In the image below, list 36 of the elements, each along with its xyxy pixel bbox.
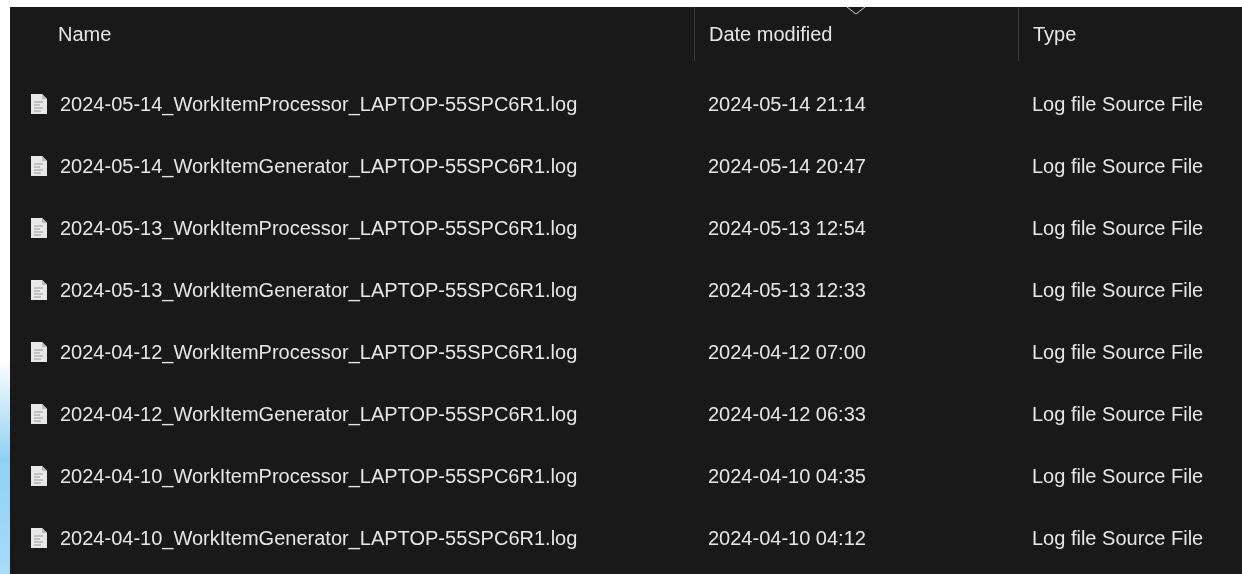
file-type: Log file Source File xyxy=(1032,93,1204,115)
column-header[interactable]: Name xyxy=(58,19,112,49)
document-icon xyxy=(30,279,48,301)
document-icon xyxy=(30,341,48,363)
date-modified: 2024-05-14 20:47 xyxy=(708,155,866,177)
file-type: Log file Source File xyxy=(1032,279,1204,301)
file-type: Log file Source File xyxy=(1032,341,1204,363)
document-icon xyxy=(30,403,48,425)
file-name[interactable]: 2024-04-10_WorkItemGenerator_LAPTOP-55SPC6R1.log xyxy=(60,523,578,553)
file-name[interactable]: 2024-05-14_WorkItemGenerator_LAPTOP-55SPC6R1.log xyxy=(60,151,578,181)
file-type: Log file Source File xyxy=(1032,217,1204,239)
file-name[interactable]: 2024-05-13_WorkItemGenerator_LAPTOP-55SPC6R1.log xyxy=(60,275,578,305)
file-name[interactable]: 2024-05-13_WorkItemProcessor_LAPTOP-55SPC6R1.log xyxy=(60,213,578,243)
file-name[interactable]: 2024-04-10_WorkItemProcessor_LAPTOP-55SPC6R1.log xyxy=(60,461,578,491)
document-icon xyxy=(30,465,48,487)
document-icon xyxy=(30,217,48,239)
column-header[interactable]: Type xyxy=(1033,19,1077,49)
date-modified: 2024-05-14 21:14 xyxy=(708,93,866,115)
date-modified: 2024-04-12 06:33 xyxy=(708,403,866,425)
file-type: Log file Source File xyxy=(1032,527,1204,549)
date-modified: 2024-04-12 07:00 xyxy=(708,341,866,363)
date-modified: 2024-05-13 12:54 xyxy=(708,217,866,239)
document-icon xyxy=(30,527,48,549)
file-name[interactable]: 2024-04-12_WorkItemProcessor_LAPTOP-55SPC6R1.log xyxy=(60,337,578,367)
date-modified: 2024-05-13 12:33 xyxy=(708,279,866,301)
date-modified: 2024-04-10 04:12 xyxy=(708,527,866,549)
file-name[interactable]: 2024-05-14_WorkItemProcessor_LAPTOP-55SPC6R1.log xyxy=(60,89,578,119)
file-type: Log file Source File xyxy=(1032,155,1204,177)
file-type: Log file Source File xyxy=(1032,465,1204,487)
column-header[interactable]: Date modified xyxy=(709,19,833,49)
file-name[interactable]: 2024-04-12_WorkItemGenerator_LAPTOP-55SPC6R1.log xyxy=(60,399,578,429)
sort-chevron-icon[interactable] xyxy=(846,7,866,15)
document-icon xyxy=(30,155,48,177)
file-type: Log file Source File xyxy=(1032,403,1204,425)
document-icon xyxy=(30,93,48,115)
date-modified: 2024-04-10 04:35 xyxy=(708,465,866,487)
